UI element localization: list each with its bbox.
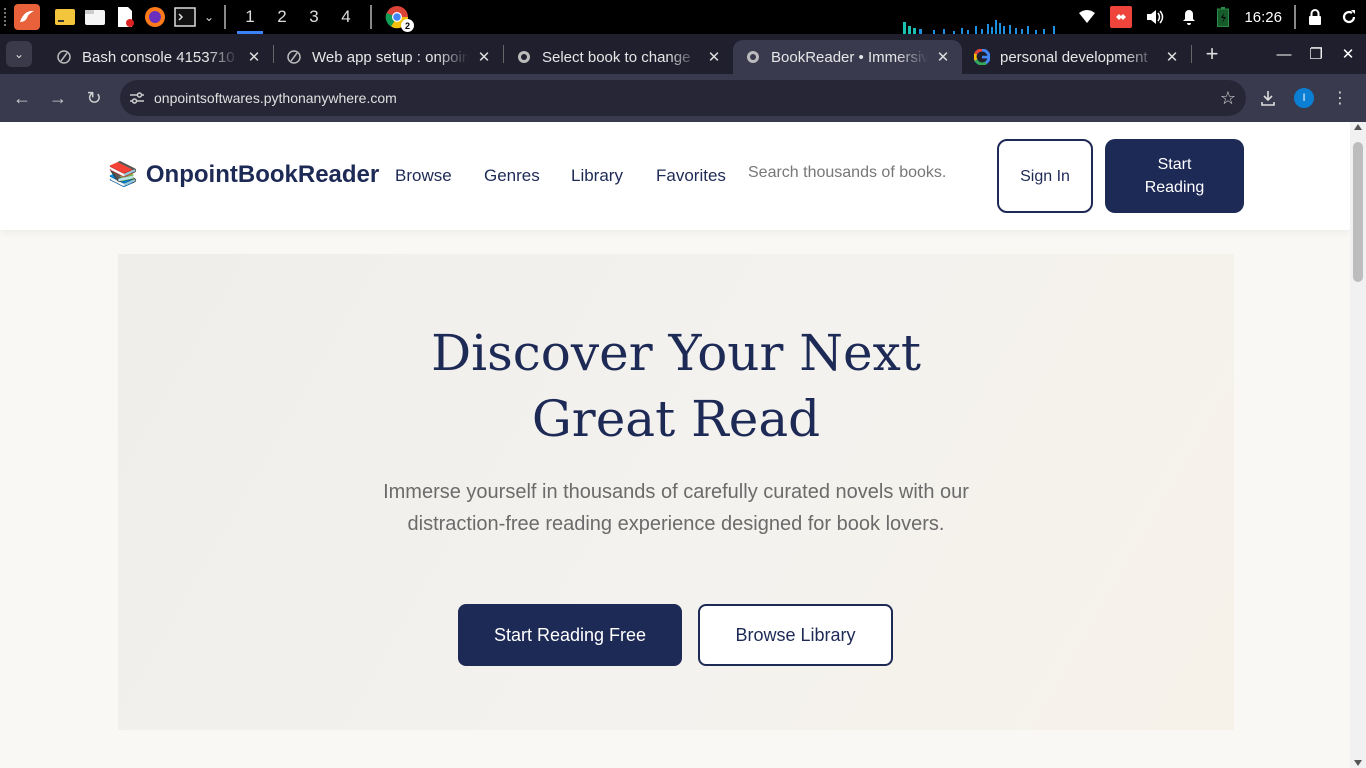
power-refresh-icon[interactable] — [1332, 0, 1366, 34]
firefox-icon[interactable] — [142, 4, 168, 30]
download-icon[interactable] — [1250, 80, 1286, 116]
window-close-icon[interactable]: ✕ — [1332, 45, 1364, 63]
taskbar-separator — [224, 5, 226, 29]
file-manager-icon[interactable] — [82, 4, 108, 30]
chevron-down-icon[interactable]: ⌄ — [202, 4, 216, 30]
os-taskbar: ⌄ 1 2 3 4 2 16:26 — [0, 0, 1366, 34]
start-reading-button[interactable]: Start Reading — [1105, 139, 1244, 213]
hero-title: Discover Your Next Great Read — [118, 320, 1234, 452]
tab-divider — [1191, 45, 1192, 63]
url-text[interactable]: onpointsoftwares.pythonanywhere.com — [154, 90, 1210, 106]
workspace-2[interactable]: 2 — [266, 0, 298, 34]
anydesk-icon[interactable] — [1104, 0, 1138, 34]
new-tab-plus-icon[interactable]: + — [1196, 41, 1228, 67]
scrollbar-thumb[interactable] — [1353, 142, 1363, 282]
site-header: 📚 OnpointBookReader Browse Genres Librar… — [0, 122, 1350, 230]
lock-icon[interactable] — [1298, 0, 1332, 34]
site-logo[interactable]: 📚 OnpointBookReader — [108, 160, 379, 189]
profile-initial: I — [1294, 88, 1314, 108]
notification-bell-icon[interactable] — [1172, 0, 1206, 34]
start-reading-free-button[interactable]: Start Reading Free — [458, 604, 682, 666]
nav-favorites[interactable]: Favorites — [656, 166, 726, 186]
workspace-4[interactable]: 4 — [330, 0, 362, 34]
wifi-icon[interactable] — [1070, 0, 1104, 34]
nav-browse[interactable]: Browse — [395, 166, 452, 186]
close-icon[interactable]: ✕ — [934, 48, 952, 66]
back-arrow-icon[interactable]: ← — [4, 80, 40, 116]
battery-icon — [1206, 0, 1240, 34]
tab-search-chevron-icon[interactable]: ⌄ — [6, 41, 32, 67]
pythonanywhere-icon — [56, 49, 72, 65]
browse-library-button[interactable]: Browse Library — [698, 604, 893, 666]
nav-genres[interactable]: Genres — [484, 166, 540, 186]
taskbar-grip — [4, 8, 10, 26]
hero-title-line-2: Great Read — [531, 390, 821, 448]
sign-in-button[interactable]: Sign In — [997, 139, 1093, 213]
workspace-3[interactable]: 3 — [298, 0, 330, 34]
tab-title: personal development — [1000, 48, 1148, 66]
text-editor-icon[interactable] — [112, 4, 138, 30]
site-settings-icon[interactable] — [120, 91, 154, 105]
close-icon[interactable]: ✕ — [705, 48, 723, 66]
nav-library[interactable]: Library — [571, 166, 623, 186]
hero-section: Discover Your Next Great Read Immerse yo… — [118, 254, 1234, 730]
chrome-window-count-badge: 2 — [401, 19, 414, 32]
tab-bookreader-active[interactable]: BookReader • Immersive Reading ✕ — [733, 40, 962, 74]
taskbar-separator — [370, 5, 372, 29]
maximize-icon[interactable]: ❐ — [1300, 45, 1332, 63]
hero-title-line-1: Discover Your Next — [431, 324, 921, 382]
tab-web-app-setup[interactable]: Web app setup : onpointsoftwares ✕ — [274, 40, 503, 74]
close-icon[interactable]: ✕ — [1163, 48, 1181, 66]
volume-icon[interactable] — [1138, 0, 1172, 34]
terminal-icon[interactable] — [172, 4, 198, 30]
search-input[interactable] — [748, 164, 978, 182]
brand-name: OnpointBookReader — [145, 160, 380, 188]
page-viewport: 📚 OnpointBookReader Browse Genres Librar… — [0, 122, 1366, 768]
bookmark-star-icon[interactable]: ☆ — [1210, 88, 1246, 109]
chrome-taskbar-icon[interactable]: 2 — [384, 4, 414, 32]
globe-icon — [745, 49, 761, 65]
kebab-menu-icon[interactable]: ⋮ — [1322, 80, 1358, 116]
tab-title: Select book to change — [542, 48, 691, 66]
hero-subtitle: Immerse yourself in thousands of careful… — [383, 481, 969, 535]
globe-icon — [516, 49, 532, 65]
tab-title: Web app setup : onpointsoftwares — [312, 48, 469, 66]
start-menu-icon[interactable] — [14, 4, 40, 30]
tab-title: Bash console 4153710 — [82, 48, 235, 66]
profile-avatar[interactable]: I — [1286, 80, 1322, 116]
reload-icon[interactable]: ↻ — [76, 80, 112, 116]
tab-google-search[interactable]: personal development ✕ — [962, 40, 1191, 74]
browser-tab-strip: ⌄ Bash console 4153710 ✕ Web app setup :… — [0, 34, 1366, 74]
taskbar-separator — [1294, 5, 1296, 29]
address-bar[interactable]: onpointsoftwares.pythonanywhere.com ☆ — [120, 80, 1246, 116]
notes-app-icon[interactable] — [52, 4, 78, 30]
scroll-down-arrow-icon[interactable] — [1354, 760, 1362, 766]
tab-select-book[interactable]: Select book to change ✕ — [504, 40, 733, 74]
forward-arrow-icon[interactable]: → — [40, 80, 76, 116]
audio-visualizer — [903, 20, 1055, 34]
page-scrollbar[interactable] — [1350, 122, 1366, 768]
clock[interactable]: 16:26 — [1240, 9, 1292, 26]
workspace-1[interactable]: 1 — [234, 0, 266, 34]
close-icon[interactable]: ✕ — [245, 48, 263, 66]
google-icon — [974, 49, 990, 65]
minimize-icon[interactable]: — — [1268, 46, 1300, 63]
tab-title: BookReader • Immersive Reading — [771, 48, 928, 66]
books-icon: 📚 — [108, 161, 138, 188]
close-icon[interactable]: ✕ — [475, 48, 493, 66]
scroll-up-arrow-icon[interactable] — [1354, 124, 1362, 130]
tab-bash-console[interactable]: Bash console 4153710 ✕ — [44, 40, 273, 74]
browser-toolbar: ← → ↻ onpointsoftwares.pythonanywhere.co… — [0, 74, 1366, 122]
pythonanywhere-icon — [286, 49, 302, 65]
